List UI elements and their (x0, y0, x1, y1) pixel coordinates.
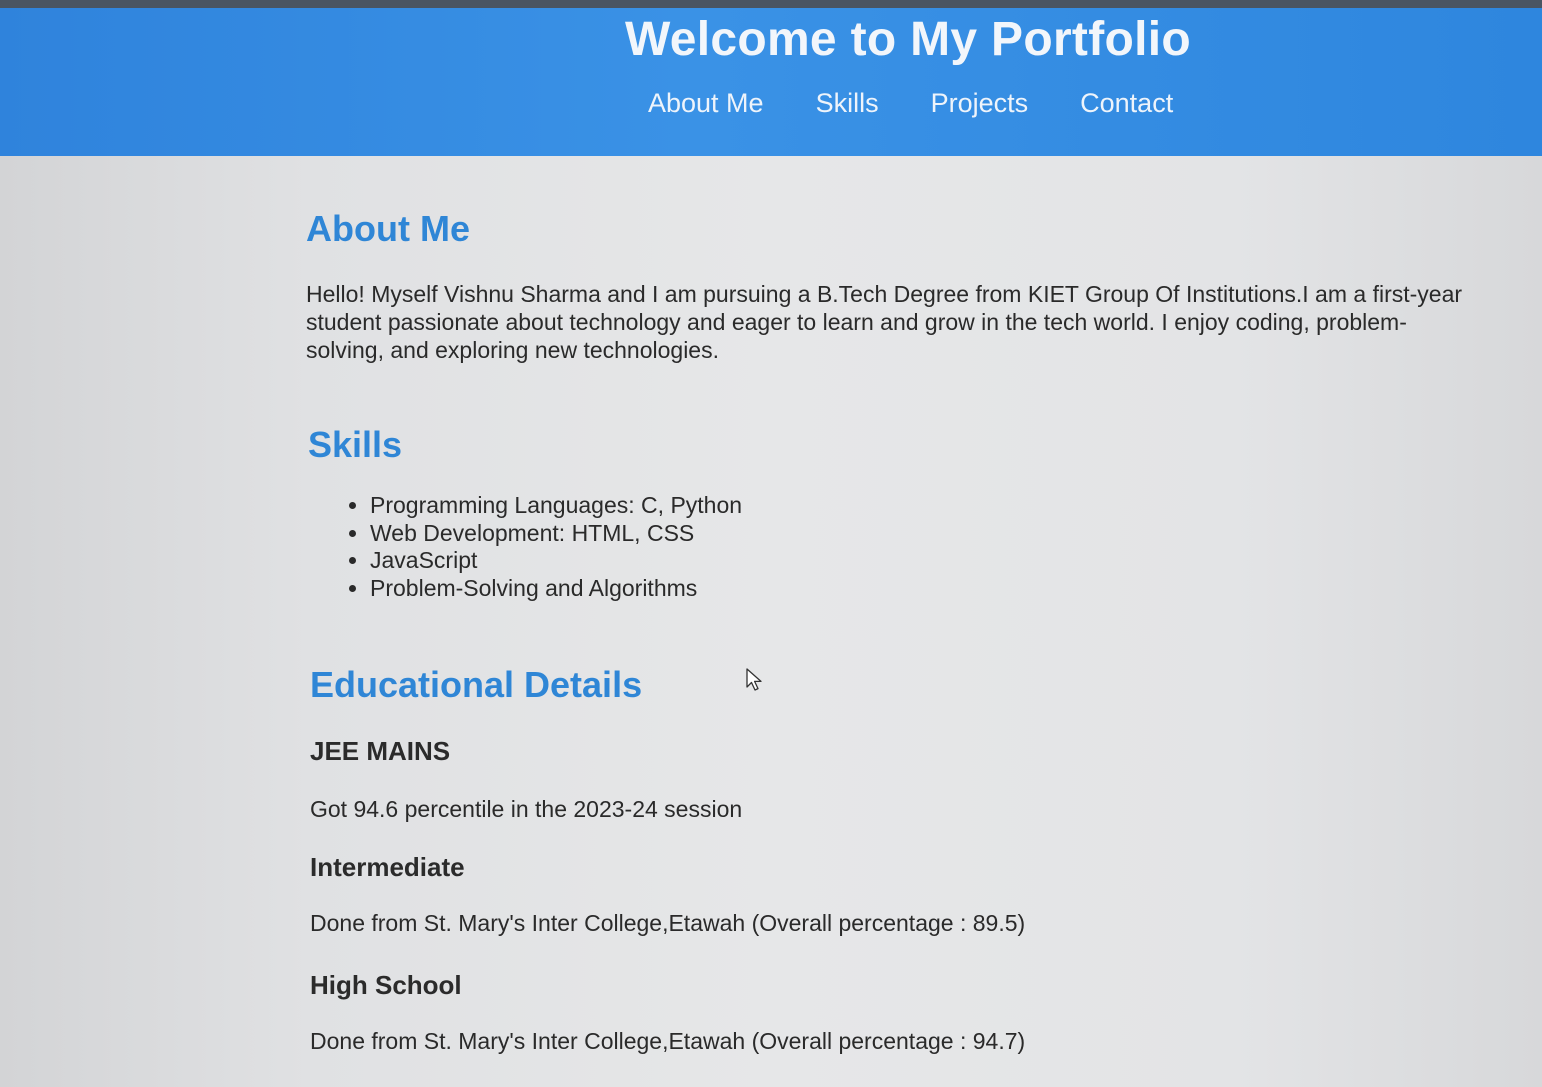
nav-link-skills[interactable]: Skills (816, 88, 879, 119)
education-entry-heading-jee: JEE MAINS (310, 736, 451, 766)
nav-link-contact[interactable]: Contact (1080, 88, 1173, 119)
skills-heading: Skills (308, 424, 403, 465)
skill-item: Problem-Solving and Algorithms (370, 575, 742, 603)
skills-list: Programming Languages: C, Python Web Dev… (346, 492, 742, 602)
education-entry-text-intermediate: Done from St. Mary's Inter College,Etawa… (310, 910, 1026, 936)
about-heading: About Me (306, 208, 470, 249)
education-entry-heading-high-school: High School (310, 970, 462, 1000)
nav-link-projects[interactable]: Projects (931, 88, 1029, 119)
main-nav: About Me Skills Projects Contact (648, 88, 1173, 119)
skill-item: Programming Languages: C, Python (370, 492, 742, 520)
education-entry-text-jee: Got 94.6 percentile in the 2023-24 sessi… (310, 796, 743, 822)
education-entry-heading-intermediate: Intermediate (310, 852, 465, 882)
site-header: Welcome to My Portfolio About Me Skills … (0, 8, 1542, 156)
nav-link-about-me[interactable]: About Me (648, 88, 764, 119)
skill-item: JavaScript (370, 547, 742, 575)
education-heading: Educational Details (310, 664, 643, 705)
skill-item: Web Development: HTML, CSS (370, 520, 742, 548)
about-paragraph: Hello! Myself Vishnu Sharma and I am pur… (306, 281, 1463, 363)
education-entry-text-high-school: Done from St. Mary's Inter College,Etawa… (310, 1028, 1026, 1054)
mouse-pointer-icon (746, 668, 762, 691)
page-title: Welcome to My Portfolio (624, 13, 1192, 66)
